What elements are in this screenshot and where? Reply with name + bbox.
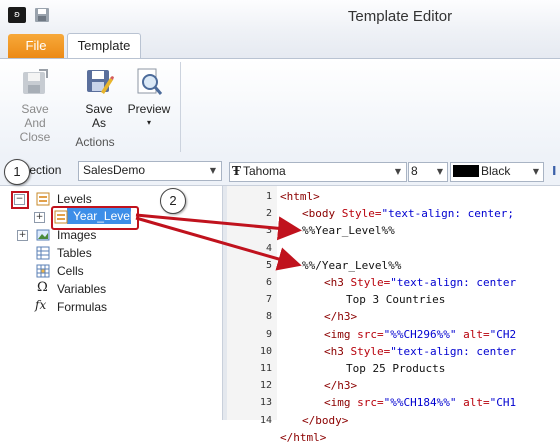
annotation-arrows [135, 213, 302, 271]
code-line-partial: </html> [280, 430, 327, 444]
arrow-to-open-tag [135, 213, 302, 241]
arrow-to-close-tag [135, 216, 302, 271]
